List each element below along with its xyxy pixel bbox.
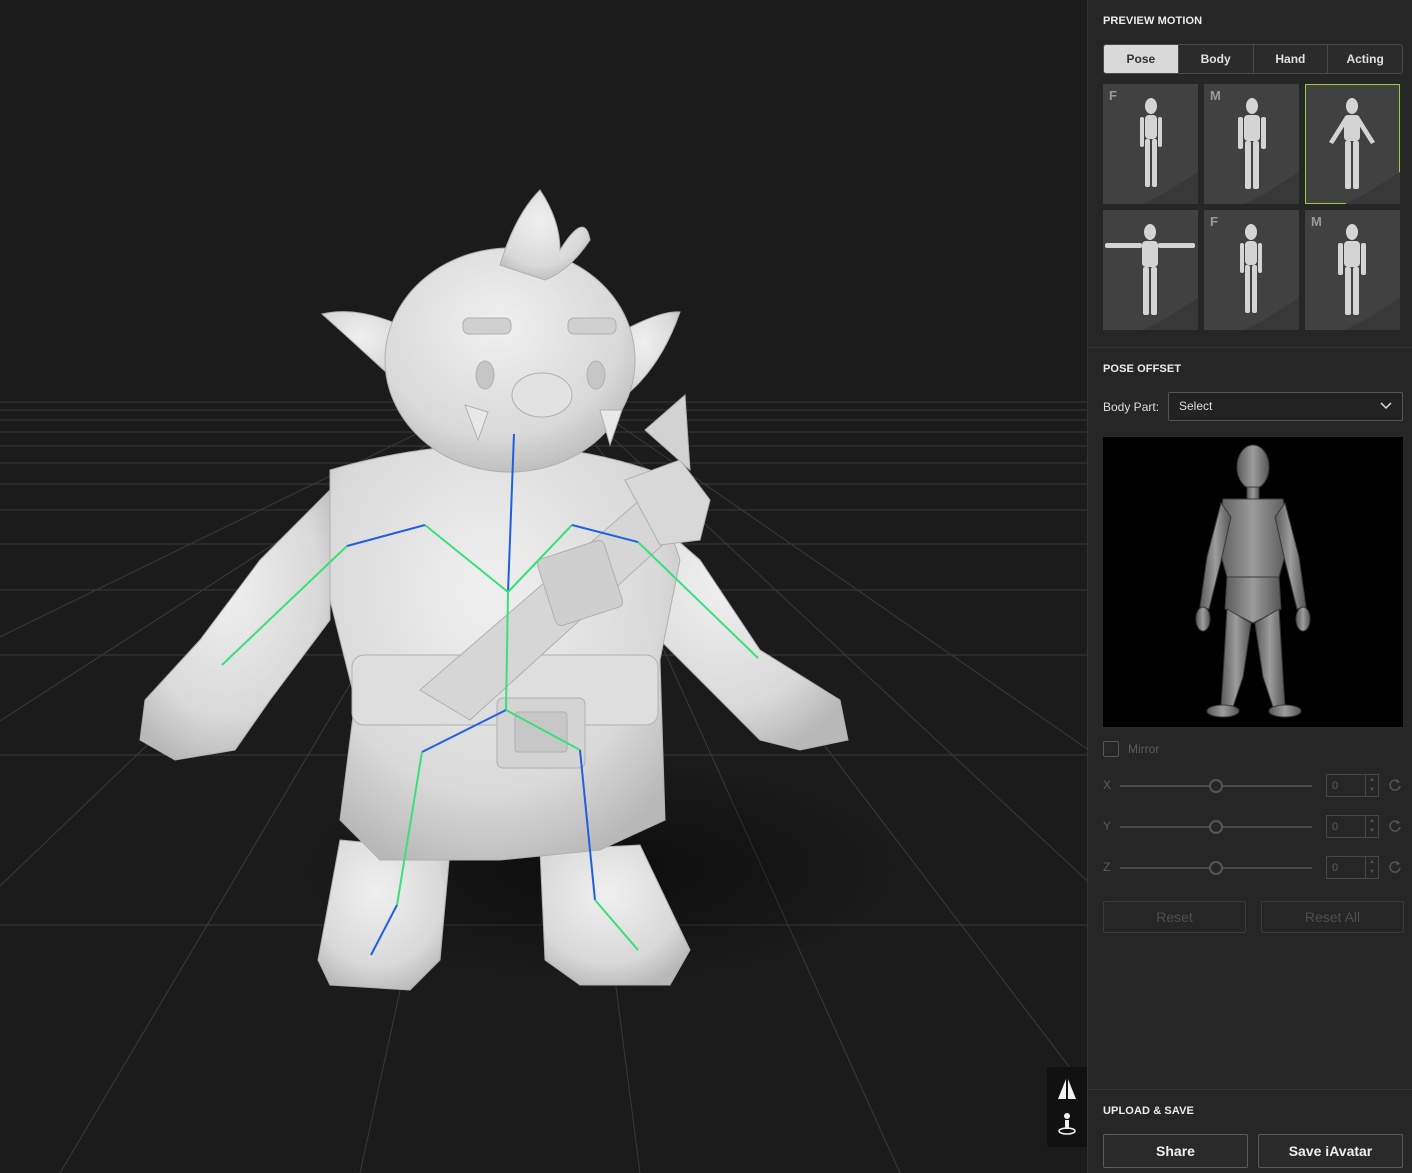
upload-save-title: UPLOAD & SAVE bbox=[1103, 1105, 1194, 1117]
slider-handle[interactable] bbox=[1209, 820, 1223, 834]
spinner[interactable]: ▲ ▼ bbox=[1365, 857, 1378, 878]
mannequin-preview bbox=[1195, 444, 1311, 718]
mirror-checkbox[interactable] bbox=[1103, 741, 1119, 757]
pose-thumbnail-grid: F M F M bbox=[1103, 84, 1401, 330]
spin-up-icon[interactable]: ▲ bbox=[1366, 857, 1378, 867]
pose-thumbnail[interactable] bbox=[1103, 210, 1198, 330]
pose-thumbnail[interactable]: M bbox=[1305, 210, 1400, 330]
value-text: 0 bbox=[1332, 780, 1339, 792]
reset-icon[interactable] bbox=[1388, 819, 1402, 833]
save-iavatar-button[interactable]: Save iAvatar bbox=[1258, 1134, 1403, 1168]
3d-viewport[interactable] bbox=[0, 0, 1087, 1173]
perspective-icon[interactable] bbox=[1055, 1077, 1079, 1103]
mannequin-icon bbox=[1240, 224, 1299, 330]
tab-pose[interactable]: Pose bbox=[1104, 45, 1179, 73]
mannequin-icon bbox=[1329, 98, 1400, 204]
slider-row-z: Z 0 ▲ ▼ bbox=[1103, 856, 1403, 880]
divider bbox=[1088, 347, 1412, 348]
pose-offset-title: POSE OFFSET bbox=[1103, 363, 1182, 375]
spin-down-icon[interactable]: ▼ bbox=[1366, 826, 1378, 836]
spin-up-icon[interactable]: ▲ bbox=[1366, 816, 1378, 826]
spin-down-icon[interactable]: ▼ bbox=[1366, 785, 1378, 795]
preview-motion-title: PREVIEW MOTION bbox=[1103, 15, 1203, 27]
divider bbox=[1088, 1089, 1412, 1090]
pose-thumbnail[interactable]: F bbox=[1103, 84, 1198, 204]
spinner[interactable]: ▲ ▼ bbox=[1365, 816, 1378, 837]
reset-button[interactable]: Reset bbox=[1103, 901, 1246, 933]
viewport-toolbar bbox=[1047, 1067, 1087, 1147]
mannequin-icon bbox=[1140, 98, 1198, 204]
tab-hand[interactable]: Hand bbox=[1253, 45, 1329, 73]
spin-up-icon[interactable]: ▲ bbox=[1366, 775, 1378, 785]
share-button[interactable]: Share bbox=[1103, 1134, 1248, 1168]
mirror-toggle[interactable]: Mirror bbox=[1103, 741, 1159, 757]
pose-thumbnail[interactable]: F bbox=[1204, 210, 1299, 330]
slider-row-y: Y 0 ▲ ▼ bbox=[1103, 815, 1403, 839]
pose-thumbnail[interactable] bbox=[1305, 84, 1400, 204]
value-input[interactable]: 0 ▲ ▼ bbox=[1326, 815, 1379, 838]
scene-canvas[interactable] bbox=[0, 0, 1087, 1173]
value-input[interactable]: 0 ▲ ▼ bbox=[1326, 856, 1379, 879]
body-part-select[interactable]: Select bbox=[1168, 392, 1403, 421]
chevron-down-icon bbox=[1380, 402, 1392, 410]
axis-label: Y bbox=[1103, 819, 1112, 833]
reset-icon[interactable] bbox=[1388, 860, 1402, 874]
slider-handle[interactable] bbox=[1209, 779, 1223, 793]
value-text: 0 bbox=[1332, 862, 1339, 874]
body-part-label: Body Part: bbox=[1103, 400, 1160, 414]
spin-down-icon[interactable]: ▼ bbox=[1366, 867, 1378, 877]
body-part-value: Select bbox=[1179, 399, 1213, 413]
mannequin-icon bbox=[1105, 224, 1198, 330]
mirror-label: Mirror bbox=[1128, 742, 1160, 756]
axis-label: Z bbox=[1103, 860, 1111, 874]
tab-acting[interactable]: Acting bbox=[1328, 45, 1402, 73]
tab-body[interactable]: Body bbox=[1178, 45, 1254, 73]
mannequin-icon bbox=[1338, 224, 1400, 330]
motion-tabs: Pose Body Hand Acting bbox=[1103, 44, 1403, 74]
mannequin-icon bbox=[1238, 98, 1299, 204]
slider-row-x: X 0 ▲ ▼ bbox=[1103, 774, 1403, 798]
value-input[interactable]: 0 ▲ ▼ bbox=[1326, 774, 1379, 797]
reset-all-button[interactable]: Reset All bbox=[1261, 901, 1404, 933]
slider-handle[interactable] bbox=[1209, 861, 1223, 875]
body-part-preview[interactable] bbox=[1103, 437, 1403, 727]
spinner[interactable]: ▲ ▼ bbox=[1365, 775, 1378, 796]
value-text: 0 bbox=[1332, 821, 1339, 833]
reset-icon[interactable] bbox=[1388, 778, 1402, 792]
axis-label: X bbox=[1103, 778, 1112, 792]
pose-thumbnail[interactable]: M bbox=[1204, 84, 1299, 204]
person-pin-icon[interactable] bbox=[1055, 1111, 1079, 1137]
properties-panel: PREVIEW MOTION Pose Body Hand Acting F M bbox=[1087, 0, 1412, 1173]
